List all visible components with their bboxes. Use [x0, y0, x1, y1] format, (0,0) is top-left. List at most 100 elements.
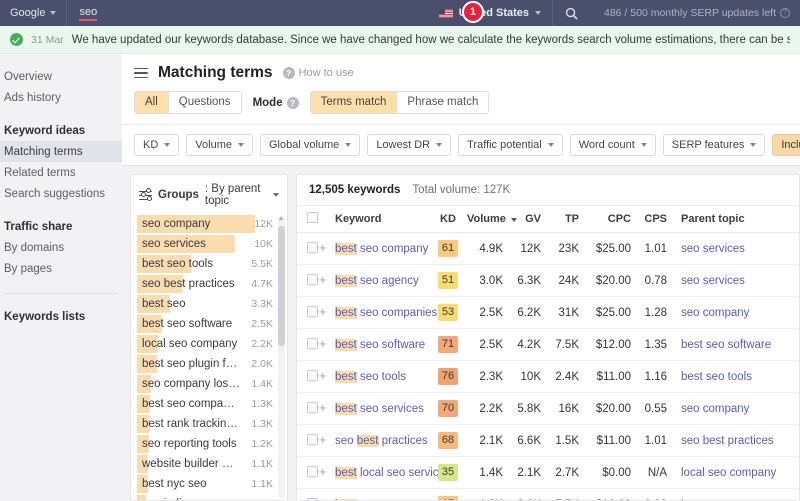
sidebar-item-matching-terms[interactable]: Matching terms [0, 141, 122, 162]
mode-tab-terms-match[interactable]: Terms match [311, 92, 398, 113]
column-cps[interactable]: CPS [637, 206, 675, 233]
parent-topic-cell[interactable]: best seo tools [675, 361, 799, 393]
tab-questions[interactable]: Questions [169, 92, 241, 113]
row-select-cell[interactable] [297, 457, 319, 489]
question-mark-icon[interactable]: ? [287, 97, 299, 109]
add-to-list-cell[interactable]: + [319, 489, 335, 501]
filter-lowest-dr[interactable]: Lowest DR [367, 134, 451, 156]
parent-topic-link[interactable]: seo best practices [681, 435, 799, 447]
search-button[interactable] [552, 0, 590, 26]
keyword-link[interactable]: best seo services [335, 403, 424, 415]
row-checkbox[interactable] [307, 466, 318, 477]
table-row[interactable]: +best seo services702.2K5.8K16K$20.000.5… [297, 393, 799, 425]
sidebar-item-related-terms[interactable]: Related terms [0, 162, 122, 183]
plus-icon[interactable]: + [319, 242, 327, 253]
parent-topic-link[interactable]: seo services [681, 243, 799, 255]
parent-topic-cell[interactable]: seo company [675, 393, 799, 425]
group-item[interactable]: seo company12K [137, 214, 287, 234]
keyword-cell[interactable]: best seo tools [335, 361, 429, 393]
filter-global-volume[interactable]: Global volume [260, 134, 360, 156]
plus-icon[interactable]: + [319, 370, 327, 381]
row-select-cell[interactable] [297, 489, 319, 501]
group-item[interactable]: seo services10K [137, 234, 287, 254]
parent-topic-cell[interactable]: local seo company [675, 457, 799, 489]
row-checkbox[interactable] [307, 498, 318, 501]
sidebar-item-overview[interactable]: Overview [0, 66, 122, 87]
table-row[interactable]: +best seo tools762.3K10K2.4K$11.001.16be… [297, 361, 799, 393]
group-item[interactable]: local seo company2.2K [137, 334, 287, 354]
row-checkbox[interactable] [307, 306, 318, 317]
filter-serp-features[interactable]: SERP features [663, 134, 766, 156]
row-select-cell[interactable] [297, 297, 319, 329]
column-kd[interactable]: KD [429, 206, 467, 233]
group-item[interactable]: seo reporting tools1.2K [137, 434, 287, 454]
add-to-list-cell[interactable]: + [319, 265, 335, 297]
plus-icon[interactable]: + [319, 434, 327, 445]
parent-topic-cell[interactable]: best seo software [675, 329, 799, 361]
group-item[interactable]: best seo plugin fo…2.0K [137, 354, 287, 374]
plus-icon[interactable]: + [319, 306, 327, 317]
parent-topic-cell[interactable]: seo company [675, 297, 799, 329]
parent-topic-link[interactable]: best seo tools [681, 371, 799, 383]
group-item[interactable]: best nyc seo1.1K [137, 474, 287, 494]
row-checkbox[interactable] [307, 274, 318, 285]
keyword-link[interactable]: best seo agency [335, 275, 419, 287]
table-row[interactable]: +best seo agency513.0K6.3K24K$20.000.78s… [297, 265, 799, 297]
plus-icon[interactable]: + [319, 338, 327, 349]
parent-topic-link[interactable]: seo services [681, 275, 799, 287]
column-volume[interactable]: Volume [467, 206, 509, 233]
parent-topic-cell[interactable]: seo services [675, 265, 799, 297]
group-item[interactable]: seo best practices4.7K [137, 274, 287, 294]
sidebar-item-by-pages[interactable]: By pages [0, 258, 122, 279]
parent-topic-link[interactable]: seo company [681, 403, 799, 415]
keyword-cell[interactable]: best seo software [335, 329, 429, 361]
column-parent-topic[interactable]: Parent topic [675, 206, 799, 233]
parent-topic-cell[interactable]: seo best practices [675, 425, 799, 457]
parent-topic-link[interactable]: seo company [681, 307, 799, 319]
sidebar-item-by-domains[interactable]: By domains [0, 237, 122, 258]
filter-word-count[interactable]: Word count [570, 134, 656, 156]
keyword-cell[interactable]: best seo [335, 489, 429, 501]
keyword-chip[interactable]: seo [67, 0, 109, 26]
row-checkbox[interactable] [307, 338, 318, 349]
help-icon[interactable]: ? [780, 8, 790, 18]
table-row[interactable]: +best seo company614.9K12K23K$25.001.01s… [297, 233, 799, 265]
menu-icon[interactable] [134, 68, 148, 79]
row-select-cell[interactable] [297, 329, 319, 361]
parent-topic-link[interactable]: best seo software [681, 339, 799, 351]
table-row[interactable]: +best local seo services351.4K2.1K2.7K$0… [297, 457, 799, 489]
group-item[interactable]: best rank tracking…1.3K [137, 414, 287, 434]
filter-volume[interactable]: Volume [186, 134, 253, 156]
select-all-checkbox[interactable] [307, 212, 318, 223]
group-item[interactable]: best seo tools5.5K [137, 254, 287, 274]
add-to-list-cell[interactable]: + [319, 361, 335, 393]
group-item[interactable]: best seo software2.5K [137, 314, 287, 334]
plus-icon[interactable]: + [319, 402, 327, 413]
row-checkbox[interactable] [307, 242, 318, 253]
keyword-link[interactable]: best seo tools [335, 371, 406, 383]
row-select-cell[interactable] [297, 265, 319, 297]
keyword-cell[interactable]: best seo agency [335, 265, 429, 297]
table-row[interactable]: +seo best practices682.1K6.6K1.5K$11.001… [297, 425, 799, 457]
add-to-list-cell[interactable]: + [319, 457, 335, 489]
keyword-cell[interactable]: best seo services [335, 393, 429, 425]
group-item[interactable]: seo india1.0K [137, 494, 287, 500]
keyword-cell[interactable]: best local seo services [335, 457, 429, 489]
add-to-list-cell[interactable]: + [319, 393, 335, 425]
group-item[interactable]: website builder wi…1.1K [137, 454, 287, 474]
filter-kd[interactable]: KD [134, 134, 179, 156]
row-checkbox[interactable] [307, 370, 318, 381]
sidebar-item-search-suggestions[interactable]: Search suggestions [0, 183, 122, 204]
row-select-cell[interactable] [297, 393, 319, 425]
table-row[interactable]: +best seo companies532.5K6.2K31K$25.001.… [297, 297, 799, 329]
row-checkbox[interactable] [307, 434, 318, 445]
group-item[interactable]: best seo compani…1.3K [137, 394, 287, 414]
row-select-cell[interactable] [297, 361, 319, 393]
groups-header[interactable]: Groups : By parent topic [131, 175, 287, 214]
column-tp[interactable]: TP [547, 206, 585, 233]
tab-all[interactable]: All [135, 92, 169, 113]
add-to-list-cell[interactable]: + [319, 425, 335, 457]
column-keyword[interactable]: Keyword [335, 206, 429, 233]
add-to-list-cell[interactable]: + [319, 297, 335, 329]
group-item[interactable]: seo company los …1.4K [137, 374, 287, 394]
